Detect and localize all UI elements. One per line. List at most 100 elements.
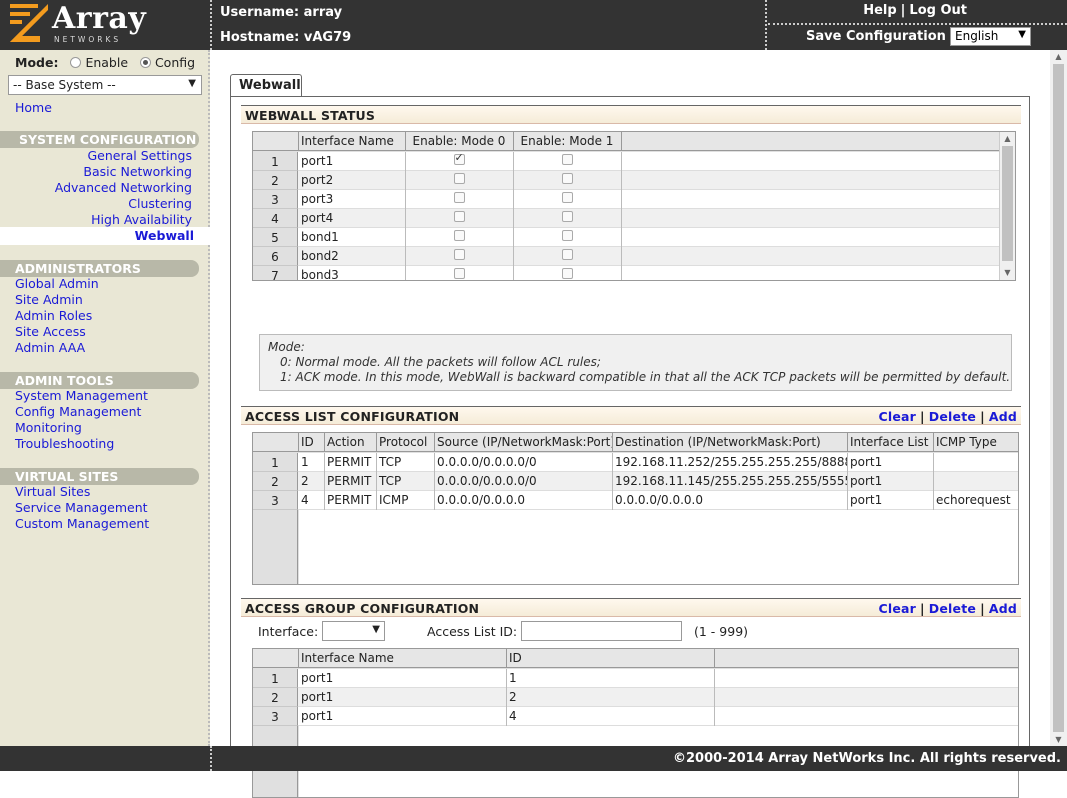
nav-high-availability[interactable]: High Availability	[55, 212, 192, 228]
interface-label: Interface:	[258, 624, 319, 639]
nav-troubleshooting[interactable]: Troubleshooting	[15, 436, 148, 452]
nav-admin-roles[interactable]: Admin Roles	[15, 308, 99, 324]
language-select[interactable]: English ▼	[950, 27, 1031, 46]
help-logout: Help | Log Out	[863, 3, 967, 18]
administrators-menu: Global Admin Site Admin Admin Roles Site…	[15, 276, 99, 356]
mode1-checkbox[interactable]	[561, 173, 573, 184]
scroll-thumb[interactable]	[1002, 146, 1013, 261]
webwall-status-scrollbar[interactable]: ▲ ▼	[999, 132, 1015, 280]
id-cell: 2	[298, 472, 325, 491]
mode1-cell	[513, 152, 622, 171]
scroll-down-icon[interactable]: ▼	[1050, 735, 1067, 744]
mode1-checkbox[interactable]	[561, 211, 573, 222]
id-cell: 4	[298, 491, 325, 510]
save-configuration-link[interactable]: Save Configuration	[806, 29, 946, 44]
nav-service-management[interactable]: Service Management	[15, 500, 149, 516]
mode1-cell	[513, 247, 622, 266]
ag-interface-name-cell: port1	[298, 688, 507, 707]
mode-config-label: Config	[154, 55, 196, 70]
icmp-type-cell	[933, 453, 1018, 472]
mode0-checkbox[interactable]	[453, 152, 465, 165]
table-row: 1 port1 1	[253, 669, 1018, 688]
nav-site-admin[interactable]: Site Admin	[15, 292, 99, 308]
nav-custom-management[interactable]: Custom Management	[15, 516, 149, 532]
home-link[interactable]: Home	[15, 100, 52, 115]
mode-label: Mode:	[15, 55, 59, 70]
row-number-header	[253, 132, 299, 151]
scroll-up-icon[interactable]: ▲	[1050, 52, 1067, 61]
row-number: 5	[253, 228, 298, 247]
section-admin-tools: ADMIN TOOLS	[0, 372, 199, 389]
nav-global-admin[interactable]: Global Admin	[15, 276, 99, 292]
scroll-up-icon[interactable]: ▲	[1000, 134, 1015, 146]
webwall-status-grid: Interface Name Enable: Mode 0 Enable: Mo…	[252, 131, 1016, 281]
interface-name-cell: port1	[298, 152, 406, 171]
nav-general-settings[interactable]: General Settings	[55, 148, 192, 164]
logout-link[interactable]: Log Out	[909, 3, 967, 18]
row-number-header	[253, 433, 299, 452]
mode1-checkbox[interactable]	[561, 192, 573, 203]
destination-cell: 192.168.11.145/255.255.255.255/5555	[612, 472, 848, 491]
col-enable-mode1: Enable: Mode 1	[513, 132, 622, 151]
page-scroll-thumb[interactable]	[1053, 64, 1064, 732]
nav-advanced-networking[interactable]: Advanced Networking	[55, 180, 192, 196]
nav-config-management[interactable]: Config Management	[15, 404, 148, 420]
tab-webwall[interactable]: Webwall	[230, 74, 302, 96]
access-group-add-link[interactable]: Add	[989, 601, 1017, 616]
mode-note-line1: 0: Normal mode. All the packets will fol…	[280, 355, 601, 369]
mode0-cell	[405, 209, 514, 228]
mode0-checkbox[interactable]	[453, 211, 465, 222]
protocol-cell: ICMP	[376, 491, 435, 510]
mode-config-radio[interactable]	[139, 57, 151, 68]
row-number: 1	[253, 669, 298, 688]
mode0-checkbox[interactable]	[453, 268, 465, 279]
nav-monitoring[interactable]: Monitoring	[15, 420, 148, 436]
mode1-checkbox[interactable]	[561, 230, 573, 241]
logo-icon	[10, 4, 48, 42]
scroll-down-icon[interactable]: ▼	[1000, 268, 1015, 280]
help-link[interactable]: Help	[863, 3, 896, 18]
table-row: 4 port4	[253, 209, 1001, 228]
access-group-delete-link[interactable]: Delete	[929, 601, 976, 616]
mode1-checkbox[interactable]	[561, 249, 573, 260]
col-source: Source (IP/NetworkMask:Port)	[434, 433, 613, 452]
hostname-line: Hostname: vAG79	[220, 30, 351, 45]
interface-name-cell: bond1	[298, 228, 406, 247]
base-system-select[interactable]: -- Base System -- ▼	[8, 75, 202, 95]
header-divider	[765, 0, 767, 50]
page-scrollbar[interactable]: ▲ ▼	[1050, 50, 1067, 746]
mode0-checkbox[interactable]	[453, 173, 465, 184]
row-number: 2	[253, 171, 298, 190]
mode1-cell	[513, 190, 622, 209]
mode0-checkbox[interactable]	[453, 249, 465, 260]
mode1-checkbox[interactable]	[561, 268, 573, 279]
mode0-checkbox[interactable]	[453, 230, 465, 241]
interface-select[interactable]: ▼	[322, 621, 385, 641]
access-group-header: ACCESS GROUP CONFIGURATION Clear | Delete |…	[241, 598, 1021, 617]
mode-note: Mode: 0: Normal mode. All the packets wi…	[259, 334, 1012, 391]
mode1-checkbox[interactable]	[561, 154, 573, 165]
nav-admin-aaa[interactable]: Admin AAA	[15, 340, 99, 356]
source-cell: 0.0.0.0/0.0.0.0/0	[434, 453, 613, 472]
admin-tools-menu: System Management Config Management Moni…	[15, 388, 148, 452]
access-list-id-input[interactable]	[521, 621, 682, 641]
nav-virtual-sites[interactable]: Virtual Sites	[15, 484, 149, 500]
access-list-title: ACCESS LIST CONFIGURATION	[245, 409, 460, 424]
base-system-value: -- Base System --	[13, 78, 116, 92]
action-cell: PERMIT	[324, 491, 377, 510]
nav-webwall[interactable]: Webwall	[0, 227, 210, 245]
access-list-clear-link[interactable]: Clear	[878, 409, 916, 424]
nav-system-management[interactable]: System Management	[15, 388, 148, 404]
header-divider	[768, 23, 1067, 25]
access-list-add-link[interactable]: Add	[989, 409, 1017, 424]
nav-site-access[interactable]: Site Access	[15, 324, 99, 340]
mode-enable-radio[interactable]	[70, 57, 82, 68]
mode0-checkbox[interactable]	[453, 192, 465, 203]
destination-cell: 0.0.0.0/0.0.0.0	[612, 491, 848, 510]
access-list-delete-link[interactable]: Delete	[929, 409, 976, 424]
mode0-cell	[405, 171, 514, 190]
nav-basic-networking[interactable]: Basic Networking	[55, 164, 192, 180]
interface-name-cell: bond3	[298, 266, 406, 280]
access-group-clear-link[interactable]: Clear	[878, 601, 916, 616]
nav-clustering[interactable]: Clustering	[55, 196, 192, 212]
